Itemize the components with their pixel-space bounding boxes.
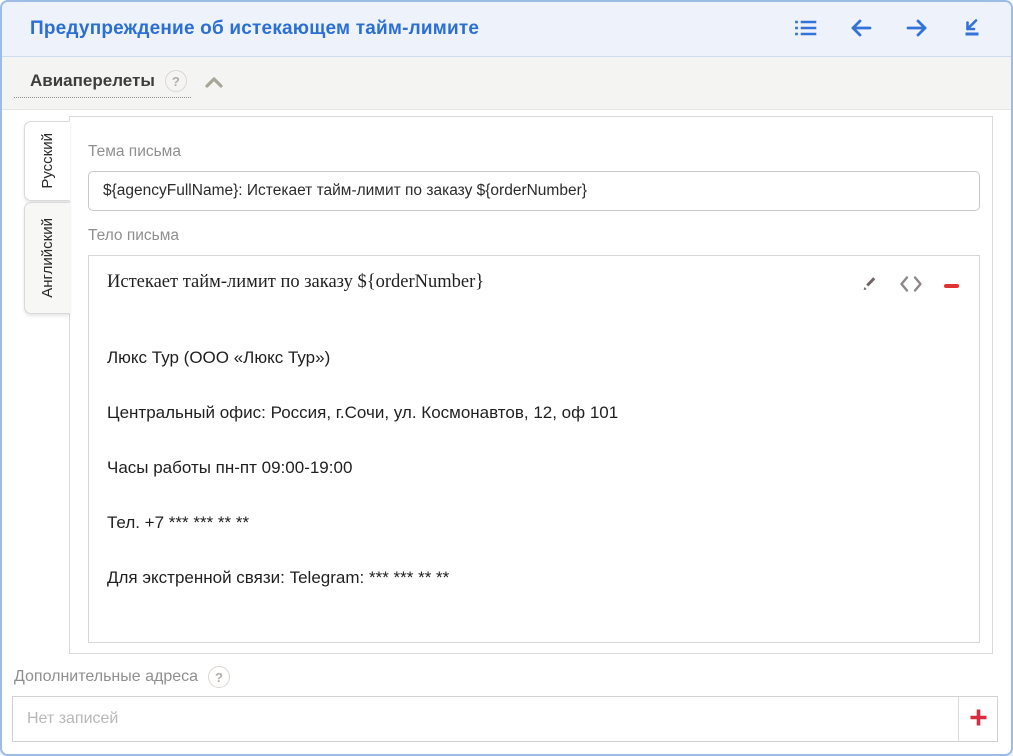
plus-icon xyxy=(969,708,988,730)
section-title: Авиаперелеты xyxy=(30,71,155,91)
list-button[interactable] xyxy=(792,15,819,44)
minimize-button[interactable] xyxy=(959,15,985,44)
body-paragraph: Центральный офис: Россия, г.Сочи, ул. Ко… xyxy=(107,403,961,423)
additional-addresses-block: Дополнительные адреса ? Нет записей xyxy=(12,666,998,742)
page-title: Предупреждение об истекающем тайм-лимите xyxy=(30,18,792,40)
back-button[interactable] xyxy=(847,15,875,44)
titlebar-actions xyxy=(792,15,985,44)
warning-timelimit-window: Предупреждение об истекающем тайм-лимите xyxy=(0,0,1013,756)
email-template-panel: Тема письма Тело письма Истекает тайм-ли… xyxy=(69,116,993,654)
source-code-button[interactable] xyxy=(897,273,925,298)
body-paragraph: Тел. +7 *** *** ** ** xyxy=(107,513,961,533)
email-body-heading: Истекает тайм-лимит по заказу ${orderNum… xyxy=(107,272,961,293)
add-address-button[interactable] xyxy=(958,697,997,741)
subject-input[interactable] xyxy=(88,171,980,211)
body-label: Тело письма xyxy=(88,227,980,247)
help-icon[interactable]: ? xyxy=(208,666,230,688)
delete-block-button[interactable] xyxy=(942,282,961,290)
list-icon xyxy=(794,17,817,42)
language-tabs: Русский Английский xyxy=(24,116,69,654)
forward-button[interactable] xyxy=(903,15,931,44)
body-paragraph: Люкс Тур (ООО «Люкс Тур») xyxy=(107,348,961,368)
edit-button[interactable] xyxy=(856,272,880,299)
help-icon[interactable]: ? xyxy=(165,70,187,92)
arrow-right-icon xyxy=(905,17,929,42)
titlebar: Предупреждение об истекающем тайм-лимите xyxy=(2,2,1011,57)
section-header-aviaperelety: Авиаперелеты ? xyxy=(2,57,1011,110)
tab-russian-label: Русский xyxy=(39,133,56,189)
tab-english[interactable]: Английский xyxy=(24,202,70,314)
language-tab-layout: Русский Английский Тема письма Тело пись… xyxy=(24,116,993,654)
pencil-icon xyxy=(858,274,878,297)
dock-arrow-icon xyxy=(961,17,983,42)
tab-english-label: Английский xyxy=(39,218,56,298)
code-icon xyxy=(899,275,923,296)
empty-list-text: Нет записей xyxy=(13,697,958,741)
additional-addresses-list: Нет записей xyxy=(12,696,998,742)
additional-addresses-label: Дополнительные адреса xyxy=(14,668,198,686)
tab-russian[interactable]: Русский xyxy=(24,121,70,201)
body-paragraph: Часы работы пн-пт 09:00-19:00 xyxy=(107,458,961,478)
section-content: Русский Английский Тема письма Тело пись… xyxy=(2,110,1011,742)
chevron-up-icon xyxy=(205,76,223,91)
minus-icon xyxy=(944,284,959,288)
section-title-wrap: Авиаперелеты ? xyxy=(14,68,191,98)
additional-addresses-header: Дополнительные адреса ? xyxy=(14,666,998,688)
email-body-editor[interactable]: Истекает тайм-лимит по заказу ${orderNum… xyxy=(88,255,980,643)
arrow-left-icon xyxy=(849,17,873,42)
body-paragraph: Для экстренной связи: Telegram: *** *** … xyxy=(107,568,961,588)
subject-label: Тема письма xyxy=(88,143,980,163)
collapse-section-button[interactable] xyxy=(203,74,225,93)
body-editor-tools xyxy=(856,272,961,299)
